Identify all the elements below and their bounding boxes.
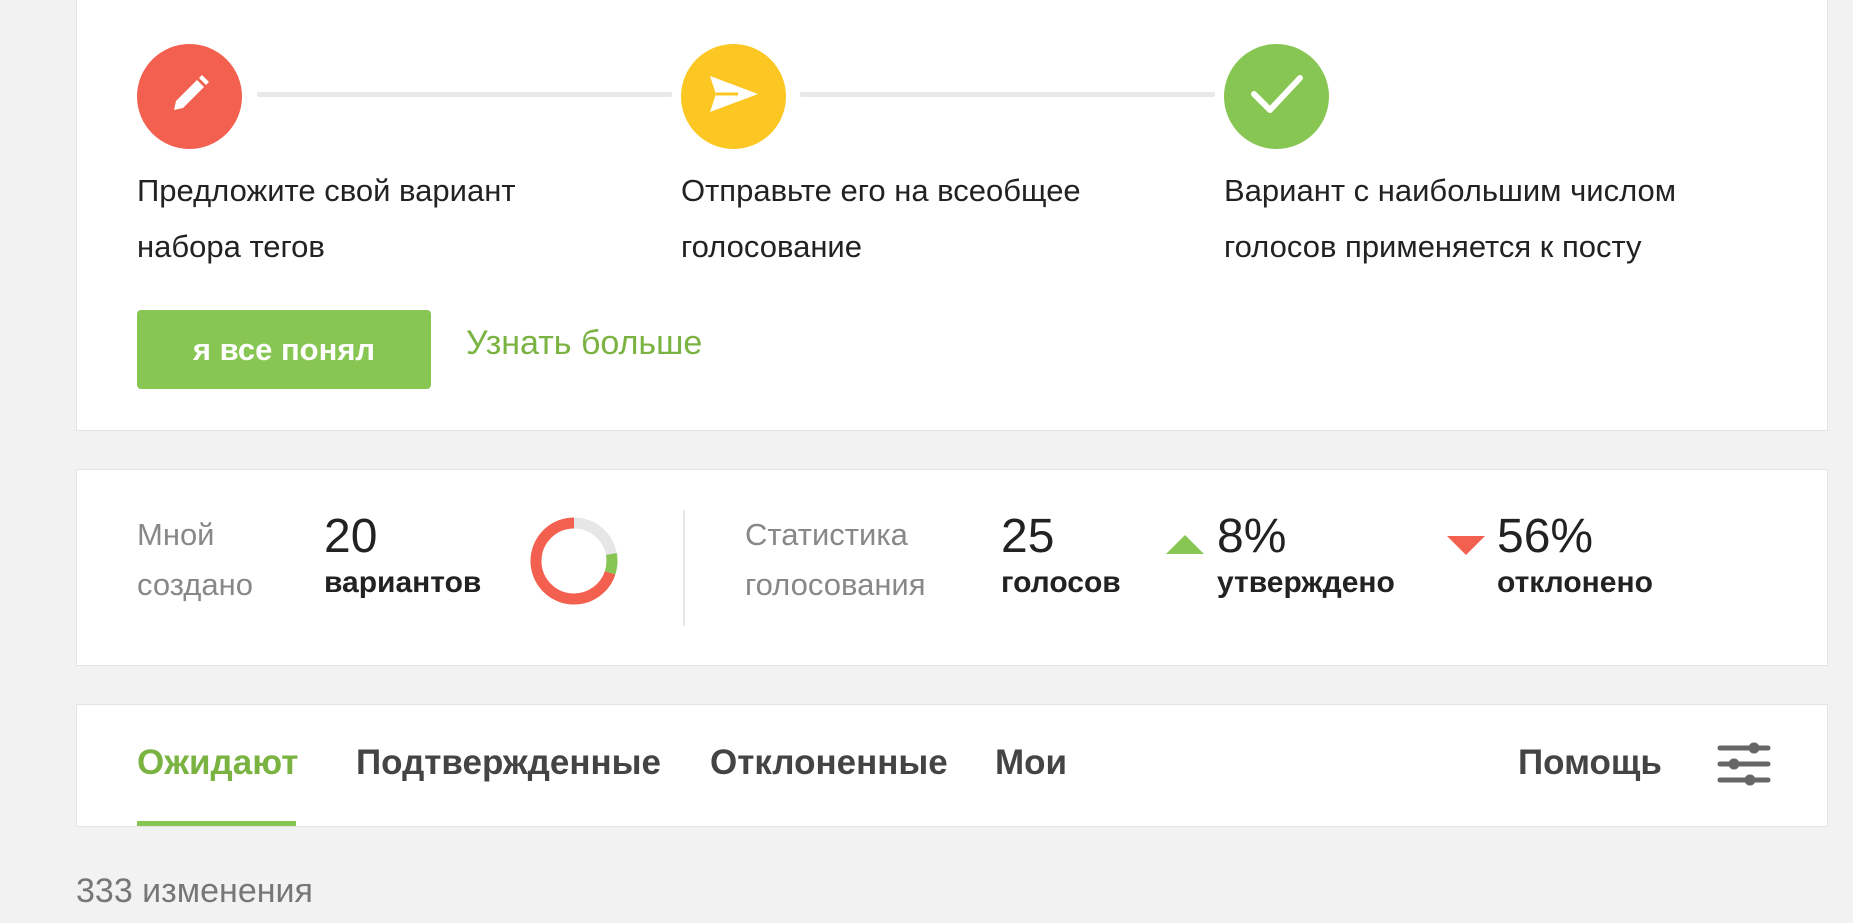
check-icon <box>1250 72 1304 121</box>
step-3-circle <box>1224 44 1329 149</box>
active-tab-indicator <box>137 821 296 826</box>
filter-settings-icon[interactable] <box>1717 741 1771 792</box>
tabs-bar: Ожидают Подтвержденные Отклоненные Мои П… <box>76 704 1828 827</box>
step-2-text: Отправьте его на всеобщее голосование <box>681 173 1081 264</box>
step-connector-1 <box>257 92 672 97</box>
donut-chart <box>528 515 620 612</box>
step-1-text: Предложите свой вариант набора тегов <box>137 173 516 264</box>
tab-rejected[interactable]: Отклоненные <box>710 743 948 783</box>
stats-card: Мной создано 20 вариантов Статистика голос… <box>76 469 1828 666</box>
how-it-works-card: Предложите свой вариант набора тегов Отпр… <box>76 0 1828 431</box>
step-connector-2 <box>800 92 1215 97</box>
tab-mine[interactable]: Мои <box>995 743 1067 783</box>
created-label: Мной создано <box>137 517 253 602</box>
changes-count: 333 изменения <box>76 872 313 910</box>
approved-word: утверждено <box>1217 566 1395 599</box>
learn-more-link[interactable]: Узнать больше <box>466 324 702 363</box>
triangle-up-icon <box>1166 535 1204 554</box>
stats-divider <box>683 510 685 626</box>
tab-pending[interactable]: Ожидают <box>137 743 298 783</box>
created-count: 20 <box>324 510 378 563</box>
voting-label: Статистика голосования <box>745 517 926 602</box>
step-3-text: Вариант с наибольшим числом голосов приме… <box>1224 173 1677 264</box>
votes-count: 25 <box>1001 510 1055 563</box>
send-icon <box>708 72 760 121</box>
step-1-circle <box>137 44 242 149</box>
triangle-down-icon <box>1447 536 1485 555</box>
votes-word: голосов <box>1001 566 1121 599</box>
approved-percent: 8% <box>1217 510 1287 563</box>
rejected-percent: 56% <box>1497 510 1594 563</box>
got-it-button[interactable]: я все понял <box>137 310 431 389</box>
rejected-word: отклонено <box>1497 566 1653 599</box>
pencil-icon <box>166 70 214 123</box>
step-2-circle <box>681 44 786 149</box>
help-link[interactable]: Помощь <box>1518 743 1662 783</box>
tab-confirmed[interactable]: Подтвержденные <box>356 743 661 783</box>
created-word: вариантов <box>324 566 482 599</box>
